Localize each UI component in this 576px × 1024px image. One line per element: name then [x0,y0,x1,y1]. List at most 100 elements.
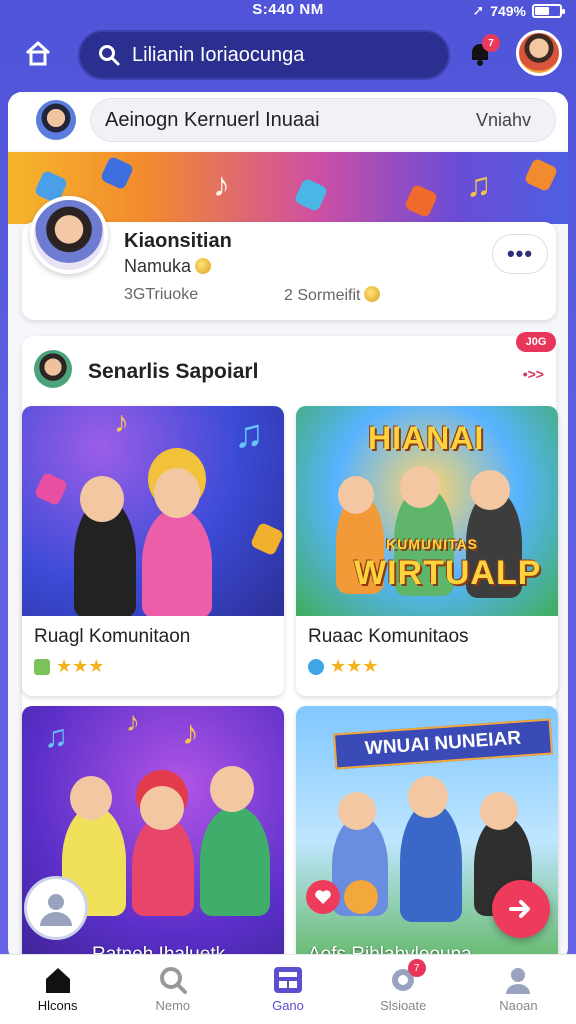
nav-label: Hlcons [37,998,78,1013]
nav-label: Nemo [155,998,191,1013]
section-badge: J0G [516,332,556,352]
music-note-icon: ♫ [466,166,492,204]
person-figure [142,508,212,616]
status-icons: ➚ 749% [472,2,565,19]
heart-icon [315,890,331,904]
tile-rating: ★★★ [34,656,104,677]
section-see-all[interactable]: •>> [523,366,544,382]
composer-input[interactable]: Aeinogn Kernuerl Inuaai Vniahv [90,98,556,142]
music-note-icon: ♪ [126,706,140,737]
person-head [480,792,518,830]
composer-action[interactable]: Vniahv [476,110,531,131]
search-icon [159,967,187,994]
person-head [470,470,510,510]
profile-card[interactable]: Kiaonsitian Namuka 3GTriuoke 2 Sormeifit… [22,196,556,320]
person-head [80,476,124,522]
person-head [400,466,440,508]
nav-label: Naoan [499,998,538,1013]
home-icon [45,968,70,993]
send-fab-button[interactable] [492,880,550,938]
person-head [210,766,254,812]
tile-image: ♪ ♫ [22,406,284,616]
banner-shape [99,155,135,191]
person-head [70,776,112,820]
coin-button[interactable] [344,880,378,914]
poster-title: HIANAI [368,420,485,456]
tile-title: Ruaac Komunitaos [308,626,469,647]
composer-placeholder: Aeinogn Kernuerl Inuaai [105,108,320,131]
composer-avatar [36,100,76,140]
category-icon [34,658,50,675]
like-button[interactable] [306,880,340,914]
profile-subtitle-text: Namuka [124,256,192,276]
person-figure [400,802,462,922]
nav-label: Gano [272,998,304,1013]
coin-icon [364,286,381,302]
community-tile[interactable]: HIANAI KUMUNITAS WIRTUALP Ruaac Komunita… [296,406,558,696]
music-note-icon: ♪ [213,166,230,204]
nav-item-search[interactable]: Nemo [115,955,230,1024]
games-icon [274,967,302,993]
nav-item-chat[interactable]: 7 Slsioate [346,955,461,1024]
user-avatar[interactable] [516,30,562,76]
top-bar: Lilianin Ioriaocunga 7 [0,26,576,86]
rating-stars: ★★★ [330,656,379,676]
battery-percent: 749% [490,2,526,19]
poster-subtitle: KUMUNITAS [386,536,478,552]
person-head [338,476,374,514]
banner-shape [523,157,559,193]
search-icon [99,45,120,66]
person-head [140,786,184,830]
feed-card: Aeinogn Kernuerl Inuaai Vniahv ♪ ♫ Kiaon… [8,92,568,962]
profile-name: Kiaonsitian [124,230,232,252]
search-bar[interactable]: Lilianin Ioriaocunga [78,30,450,80]
bottom-nav: Hlcons Nemo Gano 7 Slsioate Naoan [0,954,576,1024]
banner-shape [403,183,439,219]
tile-shape [33,471,69,507]
status-bar: S:440 NM ➚ 749% [0,0,576,22]
post-composer: Aeinogn Kernuerl Inuaai Vniahv [8,92,568,150]
community-section: Senarlis Sapoiarl J0G •>> ♪ ♫ Ruagl Komu… [22,332,558,962]
notification-badge: 7 [482,34,500,52]
tile-rating: ★★★ [308,656,378,677]
section-title: Senarlis Sapoiarl [88,360,259,383]
poster-banner: WNUAI NUNEIAR [333,718,553,770]
floating-profile-button[interactable] [24,876,88,940]
nav-badge: 7 [407,959,426,977]
music-note-icon: ♪ [114,406,129,439]
music-note-icon: ♫ [234,412,264,456]
nav-item-home[interactable]: Hlcons [0,955,115,1024]
music-note-icon: ♫ [44,718,68,754]
section-avatar [34,350,72,388]
person-head [338,792,376,830]
person-head [154,468,200,518]
profile-stat-right: 2 Sormeifit [284,286,381,305]
search-text: Lilianin Ioriaocunga [132,43,305,66]
profile-stat-right-text: 2 Sormeifit [284,287,361,304]
person-figure [132,816,194,916]
home-button[interactable] [18,34,58,74]
nav-item-profile[interactable]: Naoan [461,955,576,1024]
notifications-button[interactable]: 7 [462,34,500,72]
person-head [408,776,448,818]
nav-label: Slsioate [380,998,427,1013]
more-options-button[interactable]: ••• [492,234,548,274]
banner-shape [293,177,329,213]
tile-shape [249,521,284,557]
nav-item-games[interactable]: Gano [230,955,345,1024]
send-arrow-icon [509,900,530,918]
person-figure [200,806,270,916]
rating-stars: ★★★ [56,656,105,676]
community-tile[interactable]: ♪ ♫ Ruagl Komunitaon ★★★ [22,406,284,696]
tile-image: HIANAI KUMUNITAS WIRTUALP [296,406,558,616]
tile-title: Ruagl Komunitaon [34,626,191,647]
profile-icon [506,968,531,994]
battery-icon [532,3,565,18]
music-note-icon: ♪ [182,714,199,752]
poster-headline: WIRTUALP [354,554,542,592]
location-icon: ➚ [472,2,485,18]
profile-avatar[interactable] [30,196,108,274]
coin-icon [195,258,212,274]
category-icon [308,658,324,675]
user-silhouette-icon [40,894,72,926]
